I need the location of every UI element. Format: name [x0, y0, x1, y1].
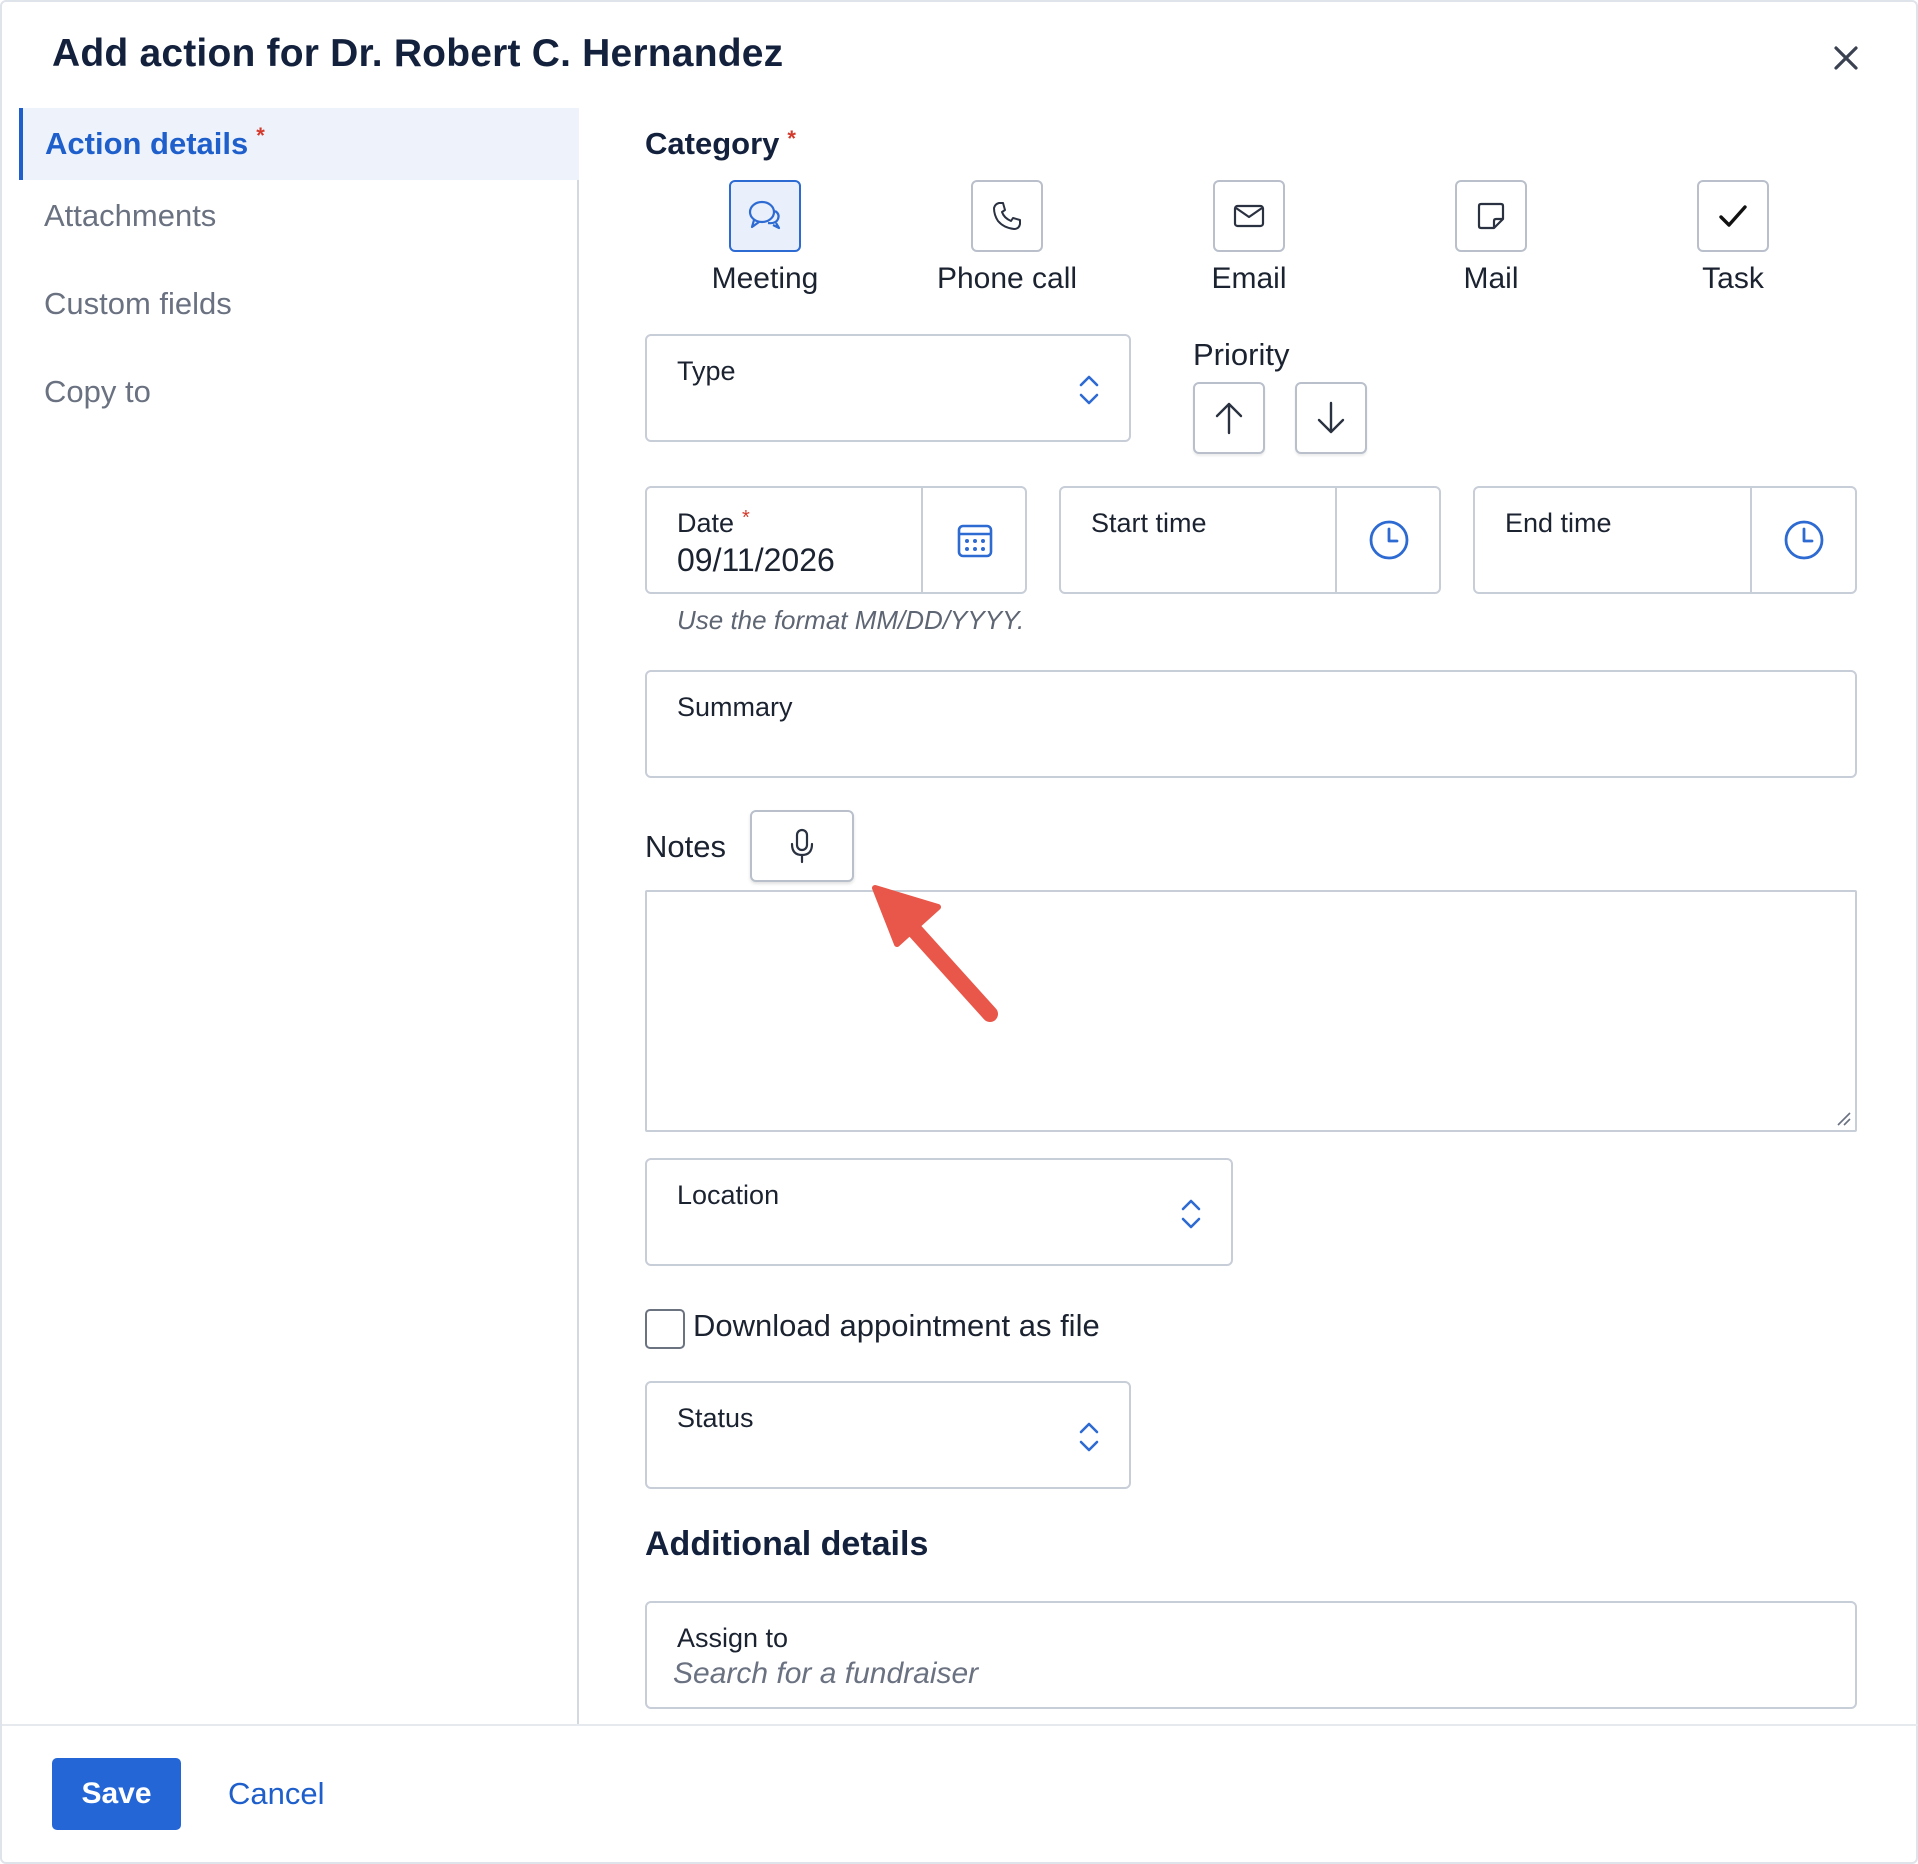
required-marker: * — [742, 507, 750, 529]
date-value[interactable]: 09/11/2026 — [677, 542, 835, 579]
category-mail[interactable]: Mail — [1391, 180, 1591, 296]
chevron-updown-icon — [1181, 1199, 1201, 1229]
sidebar-item-copy-to[interactable]: Copy to — [19, 356, 579, 428]
date-format-hint: Use the format MM/DD/YYYY. — [677, 605, 1025, 635]
priority-down-button[interactable] — [1295, 382, 1367, 454]
category-label-text: Category — [645, 126, 780, 161]
save-button[interactable]: Save — [52, 1758, 181, 1830]
category-label-mail: Mail — [1463, 262, 1519, 295]
close-button[interactable] — [1824, 36, 1868, 80]
additional-details-heading: Additional details — [645, 1525, 929, 1563]
status-select[interactable]: Status — [645, 1381, 1131, 1489]
footer-divider — [2, 1724, 1918, 1726]
chat-bubbles-icon — [748, 200, 781, 230]
notes-textarea[interactable] — [645, 890, 1857, 1132]
notes-label: Notes — [645, 829, 726, 864]
dialog-title: Add action for Dr. Robert C. Hernandez — [52, 32, 784, 75]
category-task[interactable]: Task — [1633, 180, 1833, 296]
sidebar-item-label: Copy to — [44, 374, 151, 409]
assign-to-search-input[interactable]: Search for a fundraiser — [673, 1657, 978, 1691]
date-picker-button[interactable] — [923, 488, 1027, 592]
end-time-picker-button[interactable] — [1752, 488, 1856, 592]
chevron-updown-icon — [1079, 1422, 1099, 1452]
clock-icon — [1784, 520, 1824, 560]
dictate-notes-button[interactable] — [750, 810, 854, 882]
end-time-field[interactable]: End time — [1473, 486, 1857, 594]
required-marker: * — [787, 126, 796, 151]
sidebar-nav: Action details * Attachments Custom fiel… — [19, 108, 579, 1726]
arrow-down-icon — [1317, 401, 1345, 434]
summary-field[interactable]: Summary — [645, 670, 1857, 778]
assign-to-label: Assign to — [677, 1623, 789, 1653]
date-label-text: Date — [677, 508, 735, 538]
priority-up-button[interactable] — [1193, 382, 1265, 454]
type-select[interactable]: Type — [645, 334, 1131, 442]
location-select[interactable]: Location — [645, 1158, 1233, 1266]
close-icon — [1834, 46, 1858, 70]
envelope-icon — [1233, 204, 1265, 228]
cancel-button[interactable]: Cancel — [228, 1776, 325, 1812]
start-time-picker-button[interactable] — [1337, 488, 1441, 592]
category-email[interactable]: Email — [1149, 180, 1349, 296]
sidebar-item-attachments[interactable]: Attachments — [19, 180, 579, 252]
location-label: Location — [677, 1180, 780, 1210]
sidebar-item-action-details[interactable]: Action details * — [19, 108, 579, 180]
required-marker: * — [256, 123, 265, 148]
category-label-email: Email — [1211, 262, 1287, 295]
type-label: Type — [677, 356, 736, 386]
status-label: Status — [677, 1403, 754, 1433]
start-time-field[interactable]: Start time — [1059, 486, 1441, 594]
date-field[interactable]: Date * 09/11/2026 — [645, 486, 1027, 594]
arrow-up-icon — [1215, 402, 1243, 435]
chevron-updown-icon — [1079, 375, 1099, 405]
sidebar-item-label: Action details — [45, 126, 249, 161]
calendar-icon — [957, 524, 993, 558]
start-time-label: Start time — [1091, 508, 1207, 538]
resize-handle-icon[interactable] — [1835, 1110, 1851, 1126]
category-label-task: Task — [1702, 262, 1764, 295]
download-appointment-label[interactable]: Download appointment as file — [693, 1308, 1100, 1344]
download-appointment-checkbox[interactable] — [645, 1309, 685, 1349]
end-time-label: End time — [1505, 508, 1612, 538]
priority-label: Priority — [1193, 337, 1290, 372]
clock-icon — [1369, 520, 1409, 560]
category-meeting[interactable]: Meeting — [665, 180, 865, 296]
microphone-icon — [790, 828, 814, 864]
note-icon — [1477, 202, 1505, 230]
category-phone-call[interactable]: Phone call — [907, 180, 1107, 296]
category-label-phone-call: Phone call — [936, 262, 1078, 295]
add-action-dialog: Add action for Dr. Robert C. Hernandez A… — [0, 0, 1918, 1864]
phone-icon — [993, 202, 1021, 230]
category-label: Category * — [645, 126, 796, 162]
sidebar-item-custom-fields[interactable]: Custom fields — [19, 268, 579, 340]
sidebar-item-label: Custom fields — [44, 286, 232, 321]
date-label: Date * — [677, 507, 750, 539]
checkmark-icon — [1719, 205, 1747, 227]
summary-label: Summary — [677, 692, 793, 722]
category-label-meeting: Meeting — [711, 262, 819, 295]
assign-to-field[interactable]: Assign to Search for a fundraiser — [645, 1601, 1857, 1709]
sidebar-item-label: Attachments — [44, 198, 217, 233]
